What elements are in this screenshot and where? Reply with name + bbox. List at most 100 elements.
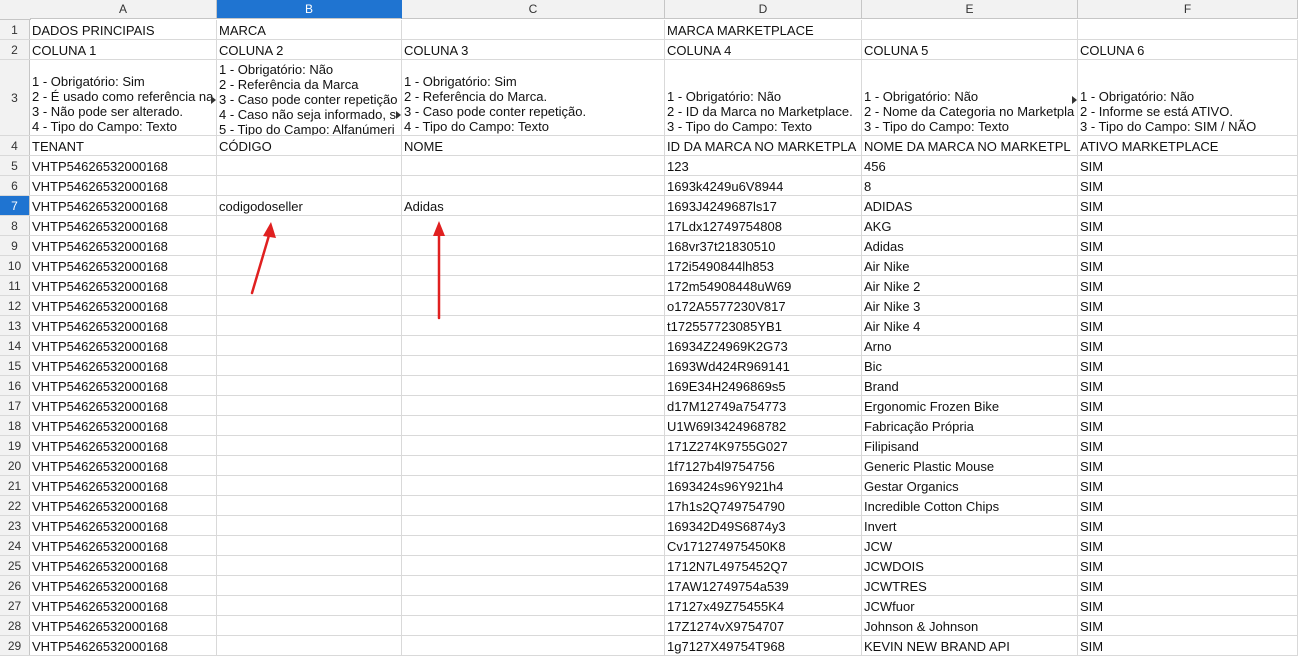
cell-c17[interactable]	[402, 396, 665, 415]
cell-f10[interactable]: SIM	[1078, 256, 1298, 275]
cell-f2[interactable]: COLUNA 6	[1078, 40, 1298, 59]
cell-a2[interactable]: COLUNA 1	[30, 40, 217, 59]
cell-c13[interactable]	[402, 316, 665, 335]
cell-d25[interactable]: 1712N7L4975452Q7	[665, 556, 862, 575]
cell-a15[interactable]: VHTP54626532000168	[30, 356, 217, 375]
row-header[interactable]: 20	[0, 456, 30, 475]
row-header[interactable]: 5	[0, 156, 30, 175]
cell-c22[interactable]	[402, 496, 665, 515]
cell-d10[interactable]: 172i5490844lh853	[665, 256, 862, 275]
column-header-d[interactable]: D	[665, 0, 862, 19]
row-header[interactable]: 15	[0, 356, 30, 375]
column-header-a[interactable]: A	[30, 0, 217, 19]
row-header[interactable]: 24	[0, 536, 30, 555]
cell-c21[interactable]	[402, 476, 665, 495]
cell-e16[interactable]: Brand	[862, 376, 1078, 395]
cell-d28[interactable]: 17Z1274vX9754707	[665, 616, 862, 635]
cell-b28[interactable]	[217, 616, 402, 635]
cell-e11[interactable]: Air Nike 2	[862, 276, 1078, 295]
cell-e23[interactable]: Invert	[862, 516, 1078, 535]
cell-d12[interactable]: o172A5577230V817	[665, 296, 862, 315]
cell-b22[interactable]	[217, 496, 402, 515]
cell-e27[interactable]: JCWfuor	[862, 596, 1078, 615]
row-header[interactable]: 10	[0, 256, 30, 275]
cell-f19[interactable]: SIM	[1078, 436, 1298, 455]
cell-d6[interactable]: 1693k4249u6V8944	[665, 176, 862, 195]
column-header-e[interactable]: E	[862, 0, 1078, 19]
row-header[interactable]: 19	[0, 436, 30, 455]
cell-b23[interactable]	[217, 516, 402, 535]
cell-a6[interactable]: VHTP54626532000168	[30, 176, 217, 195]
cell-f29[interactable]: SIM	[1078, 636, 1298, 655]
cell-c6[interactable]	[402, 176, 665, 195]
cell-d15[interactable]: 1693Wd424R969141	[665, 356, 862, 375]
cell-b16[interactable]	[217, 376, 402, 395]
cell-d13[interactable]: t172557723085YB1	[665, 316, 862, 335]
cell-c2[interactable]: COLUNA 3	[402, 40, 665, 59]
cell-d5[interactable]: 123	[665, 156, 862, 175]
cell-c9[interactable]	[402, 236, 665, 255]
cell-b12[interactable]	[217, 296, 402, 315]
column-header-f[interactable]: F	[1078, 0, 1298, 19]
cell-d11[interactable]: 172m54908448uW69	[665, 276, 862, 295]
cell-b11[interactable]	[217, 276, 402, 295]
cell-b15[interactable]	[217, 356, 402, 375]
cell-e24[interactable]: JCW	[862, 536, 1078, 555]
cell-a18[interactable]: VHTP54626532000168	[30, 416, 217, 435]
row-header[interactable]: 22	[0, 496, 30, 515]
row-header[interactable]: 8	[0, 216, 30, 235]
cell-b2[interactable]: COLUNA 2	[217, 40, 402, 59]
row-header[interactable]: 27	[0, 596, 30, 615]
cell-a1[interactable]: DADOS PRINCIPAIS	[30, 20, 217, 39]
cell-c28[interactable]	[402, 616, 665, 635]
cell-c25[interactable]	[402, 556, 665, 575]
row-header[interactable]: 3	[0, 60, 30, 135]
cell-f9[interactable]: SIM	[1078, 236, 1298, 255]
cell-a20[interactable]: VHTP54626532000168	[30, 456, 217, 475]
cell-d21[interactable]: 1693424s96Y921h4	[665, 476, 862, 495]
cell-f4[interactable]: ATIVO MARKETPLACE	[1078, 136, 1298, 155]
cell-a13[interactable]: VHTP54626532000168	[30, 316, 217, 335]
cell-e21[interactable]: Gestar Organics	[862, 476, 1078, 495]
cell-d2[interactable]: COLUNA 4	[665, 40, 862, 59]
cell-e5[interactable]: 456	[862, 156, 1078, 175]
cell-e8[interactable]: AKG	[862, 216, 1078, 235]
cell-a14[interactable]: VHTP54626532000168	[30, 336, 217, 355]
cell-c8[interactable]	[402, 216, 665, 235]
select-all-corner[interactable]	[0, 0, 31, 20]
cell-a12[interactable]: VHTP54626532000168	[30, 296, 217, 315]
cell-b24[interactable]	[217, 536, 402, 555]
cell-b27[interactable]	[217, 596, 402, 615]
cell-e3[interactable]: 1 - Obrigatório: Não 2 - Nome da Categor…	[862, 60, 1078, 135]
column-header-c[interactable]: C	[402, 0, 665, 19]
cell-e29[interactable]: KEVIN NEW BRAND API	[862, 636, 1078, 655]
cell-b7[interactable]: codigodoseller	[217, 196, 402, 215]
cell-c16[interactable]	[402, 376, 665, 395]
cell-e25[interactable]: JCWDOIS	[862, 556, 1078, 575]
cell-a8[interactable]: VHTP54626532000168	[30, 216, 217, 235]
cell-f5[interactable]: SIM	[1078, 156, 1298, 175]
cell-f1[interactable]	[1078, 20, 1298, 39]
cell-f23[interactable]: SIM	[1078, 516, 1298, 535]
cell-c10[interactable]	[402, 256, 665, 275]
column-header-b[interactable]: B	[217, 0, 402, 19]
cell-d17[interactable]: d17M12749a754773	[665, 396, 862, 415]
row-header[interactable]: 28	[0, 616, 30, 635]
cell-e17[interactable]: Ergonomic Frozen Bike	[862, 396, 1078, 415]
cell-a22[interactable]: VHTP54626532000168	[30, 496, 217, 515]
cell-a16[interactable]: VHTP54626532000168	[30, 376, 217, 395]
cell-d23[interactable]: 169342D49S6874y3	[665, 516, 862, 535]
cell-a21[interactable]: VHTP54626532000168	[30, 476, 217, 495]
cell-d20[interactable]: 1f7127b4l9754756	[665, 456, 862, 475]
cell-a17[interactable]: VHTP54626532000168	[30, 396, 217, 415]
row-header[interactable]: 23	[0, 516, 30, 535]
row-header[interactable]: 12	[0, 296, 30, 315]
cell-d29[interactable]: 1g7127X49754T968	[665, 636, 862, 655]
cell-b6[interactable]	[217, 176, 402, 195]
row-header[interactable]: 16	[0, 376, 30, 395]
cell-d9[interactable]: 168vr37t21830510	[665, 236, 862, 255]
cell-c18[interactable]	[402, 416, 665, 435]
cell-d24[interactable]: Cv171274975450K8	[665, 536, 862, 555]
cell-e13[interactable]: Air Nike 4	[862, 316, 1078, 335]
cell-d14[interactable]: 16934Z24969K2G73	[665, 336, 862, 355]
